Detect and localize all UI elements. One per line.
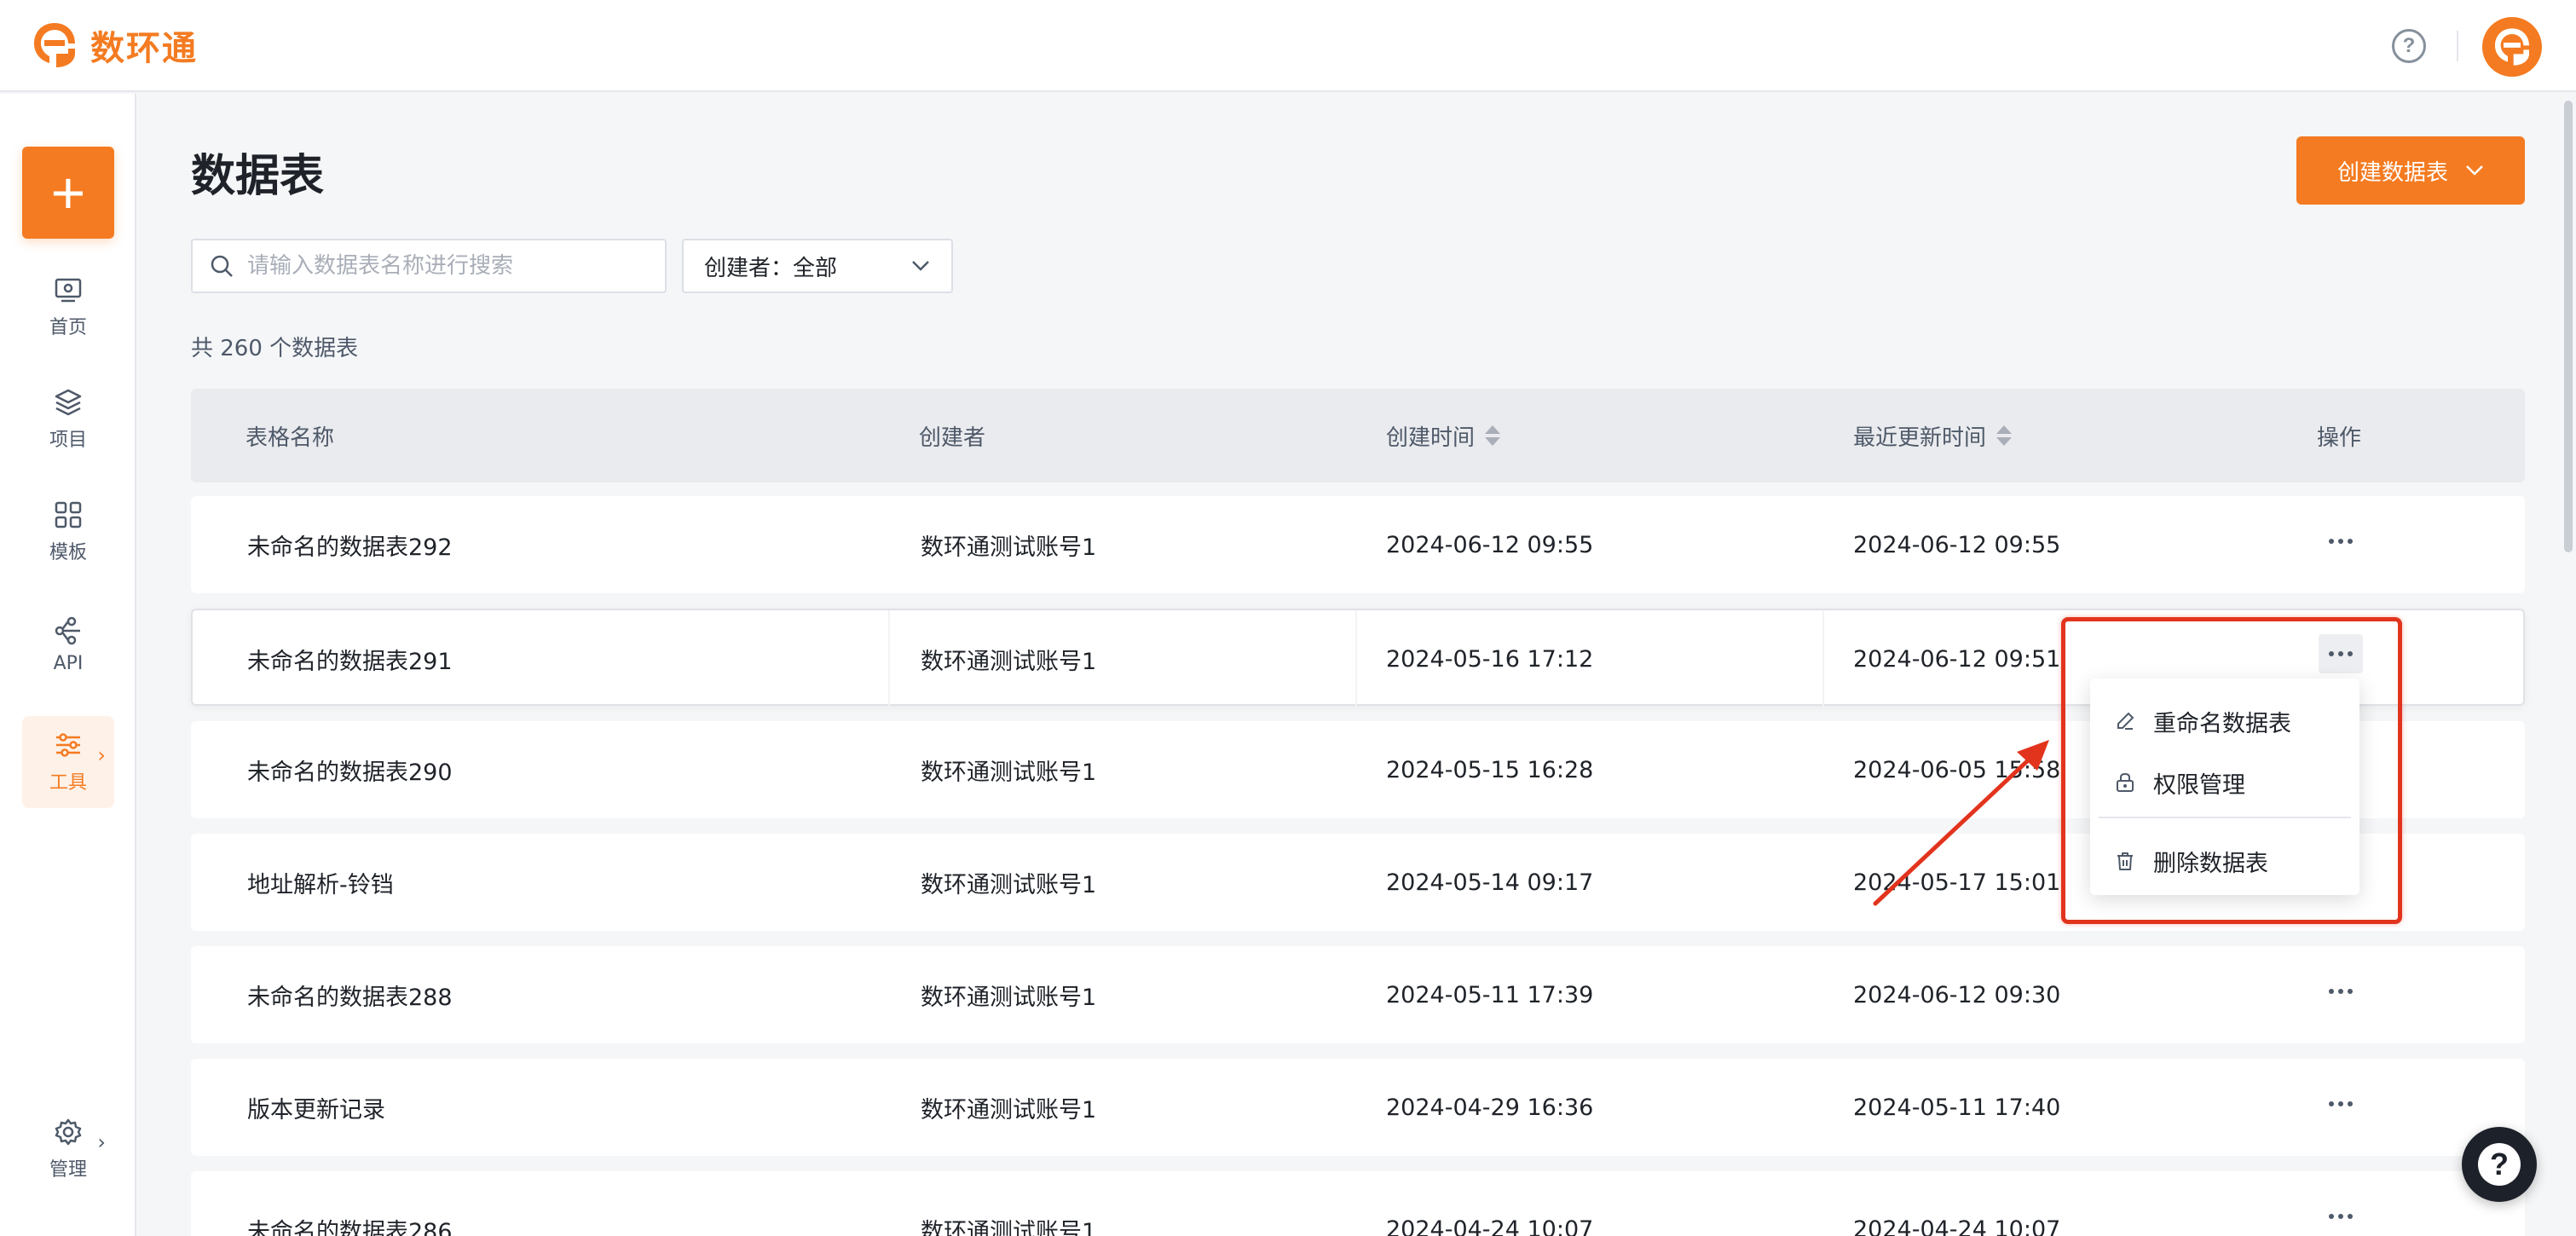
page-title: 数据表	[191, 151, 325, 202]
more-actions-button[interactable]	[2319, 1197, 2363, 1236]
column-header-label: 创建者	[919, 425, 986, 451]
created-time-cell: 2024-04-29 16:36	[1386, 1094, 1594, 1121]
sort-icon[interactable]	[1996, 425, 2013, 446]
plus-icon: +	[50, 159, 86, 226]
updated-time-cell: 2024-06-12 09:51	[1853, 645, 2061, 673]
more-actions-button[interactable]	[2319, 972, 2363, 1011]
create-table-button[interactable]: 创建数据表	[2296, 136, 2525, 205]
created-time-cell: 2024-05-11 17:39	[1386, 981, 1594, 1008]
sidebar-item-label: 模板	[49, 542, 87, 563]
grid-icon	[55, 501, 82, 528]
column-header-actions: 操作	[2317, 389, 2361, 482]
updated-time-cell: 2024-06-12 09:30	[1853, 981, 2061, 1008]
search-icon	[211, 255, 233, 277]
sidebar-item-manage[interactable]: 管理 ›	[22, 1103, 114, 1195]
table-name-cell[interactable]: 版本更新记录	[247, 1059, 385, 1156]
sidebar-item-home[interactable]: 首页	[22, 261, 114, 353]
search-input[interactable]	[247, 253, 656, 279]
sidebar-item-label: API	[53, 652, 84, 674]
more-actions-button[interactable]	[2319, 522, 2363, 561]
table-name-cell[interactable]: 未命名的数据表291	[247, 610, 453, 708]
column-header-updated[interactable]: 最近更新时间	[1853, 389, 2013, 482]
table-row[interactable]: 未命名的数据表286 数环通测试账号1 2024-04-24 10:07 202…	[191, 1171, 2525, 1236]
updated-time-cell: 2024-06-12 09:55	[1853, 531, 2061, 558]
updated-time-cell: 2024-04-24 10:07	[1853, 1216, 2061, 1236]
column-header-label: 创建时间	[1386, 425, 1476, 451]
chevron-down-icon	[912, 261, 929, 271]
column-header-label: 表格名称	[245, 425, 335, 451]
sliders-icon	[56, 733, 80, 757]
chevron-right-icon: ›	[97, 1130, 106, 1154]
chevron-down-icon	[2466, 165, 2483, 176]
floating-help-button[interactable]: ?	[2462, 1127, 2537, 1202]
sidebar: + 首页 项目 模板 API 工具 › 管理 ›	[0, 94, 136, 1236]
column-header-created[interactable]: 创建时间	[1386, 389, 1501, 482]
sidebar-item-templates[interactable]: 模板	[22, 486, 114, 578]
page-scrollbar-thumb[interactable]	[2564, 101, 2573, 552]
creator-filter-value: 创建者：全部	[704, 255, 838, 281]
sidebar-item-projects[interactable]: 项目	[22, 373, 114, 465]
help-glyph-icon: ?	[2478, 1143, 2521, 1186]
question-circle-icon[interactable]: ?	[2392, 29, 2426, 63]
table-row[interactable]: 版本更新记录 数环通测试账号1 2024-04-29 16:36 2024-05…	[191, 1059, 2525, 1156]
annotation-highlight-box	[2061, 617, 2402, 924]
table-name-cell[interactable]: 未命名的数据表288	[247, 946, 453, 1043]
creator-cell: 数环通测试账号1	[921, 759, 1097, 786]
created-time-cell: 2024-05-15 16:28	[1386, 756, 1594, 783]
updated-time-cell: 2024-05-11 17:40	[1853, 1094, 2061, 1121]
sort-icon[interactable]	[1485, 425, 1501, 446]
column-header-name: 表格名称	[245, 389, 334, 482]
brand-name: 数环通	[90, 29, 198, 68]
creator-cell: 数环通测试账号1	[921, 1096, 1097, 1123]
annotation-arrow-icon	[1873, 740, 2049, 906]
sidebar-item-label: 管理	[49, 1159, 87, 1181]
search-box[interactable]	[191, 239, 667, 293]
column-header-creator: 创建者	[919, 389, 985, 482]
brand[interactable]: 数环通	[31, 17, 198, 73]
sidebar-item-label: 首页	[49, 317, 87, 338]
created-time-cell: 2024-04-24 10:07	[1386, 1216, 1594, 1236]
creator-cell: 数环通测试账号1	[921, 1218, 1097, 1236]
gear-icon	[55, 1118, 82, 1146]
table-name-cell[interactable]: 未命名的数据表286	[247, 1171, 453, 1236]
column-divider	[888, 610, 890, 708]
table-row[interactable]: 未命名的数据表288 数环通测试账号1 2024-05-11 17:39 202…	[191, 946, 2525, 1043]
home-monitor-icon	[55, 278, 82, 303]
creator-cell: 数环通测试账号1	[921, 871, 1097, 898]
column-divider	[1355, 610, 1357, 708]
table-name-cell[interactable]: 未命名的数据表292	[247, 496, 453, 593]
layers-icon	[55, 389, 82, 416]
more-actions-button[interactable]	[2319, 1084, 2363, 1123]
add-button[interactable]: +	[22, 147, 114, 239]
created-time-cell: 2024-05-14 09:17	[1386, 869, 1594, 896]
created-time-cell: 2024-06-12 09:55	[1386, 531, 1594, 558]
table-row[interactable]: 未命名的数据表292 数环通测试账号1 2024-06-12 09:55 202…	[191, 496, 2525, 593]
total-count: 共 260 个数据表	[191, 336, 359, 361]
creator-cell: 数环通测试账号1	[921, 648, 1097, 675]
brand-logo-icon	[34, 23, 75, 67]
table-name-cell[interactable]: 未命名的数据表290	[247, 721, 453, 818]
sidebar-item-label: 项目	[49, 430, 87, 451]
top-bar: 数环通 ?	[0, 0, 2576, 92]
avatar[interactable]	[2482, 17, 2542, 77]
create-table-label: 创建数据表	[2336, 159, 2448, 186]
sidebar-item-label: 工具	[49, 772, 87, 794]
column-divider	[1822, 610, 1824, 708]
creator-filter-select[interactable]: 创建者：全部	[682, 239, 953, 293]
column-header-label: 操作	[2317, 425, 2362, 451]
creator-cell: 数环通测试账号1	[921, 984, 1097, 1011]
help-glyph: ?	[2402, 34, 2416, 57]
sidebar-item-api[interactable]: API	[22, 598, 114, 690]
table-name-cell[interactable]: 地址解析-铃铛	[247, 834, 394, 931]
column-header-label: 最近更新时间	[1853, 425, 1987, 451]
brand-logo-icon	[2495, 28, 2529, 66]
topbar-divider	[2457, 31, 2458, 61]
table-header: 表格名称 创建者 创建时间 最近更新时间 操作	[191, 389, 2525, 482]
api-icon	[55, 616, 80, 644]
chevron-right-icon: ›	[97, 743, 106, 767]
sidebar-item-tools[interactable]: 工具 ›	[22, 716, 114, 808]
created-time-cell: 2024-05-16 17:12	[1386, 645, 1594, 673]
creator-cell: 数环通测试账号1	[921, 534, 1097, 561]
